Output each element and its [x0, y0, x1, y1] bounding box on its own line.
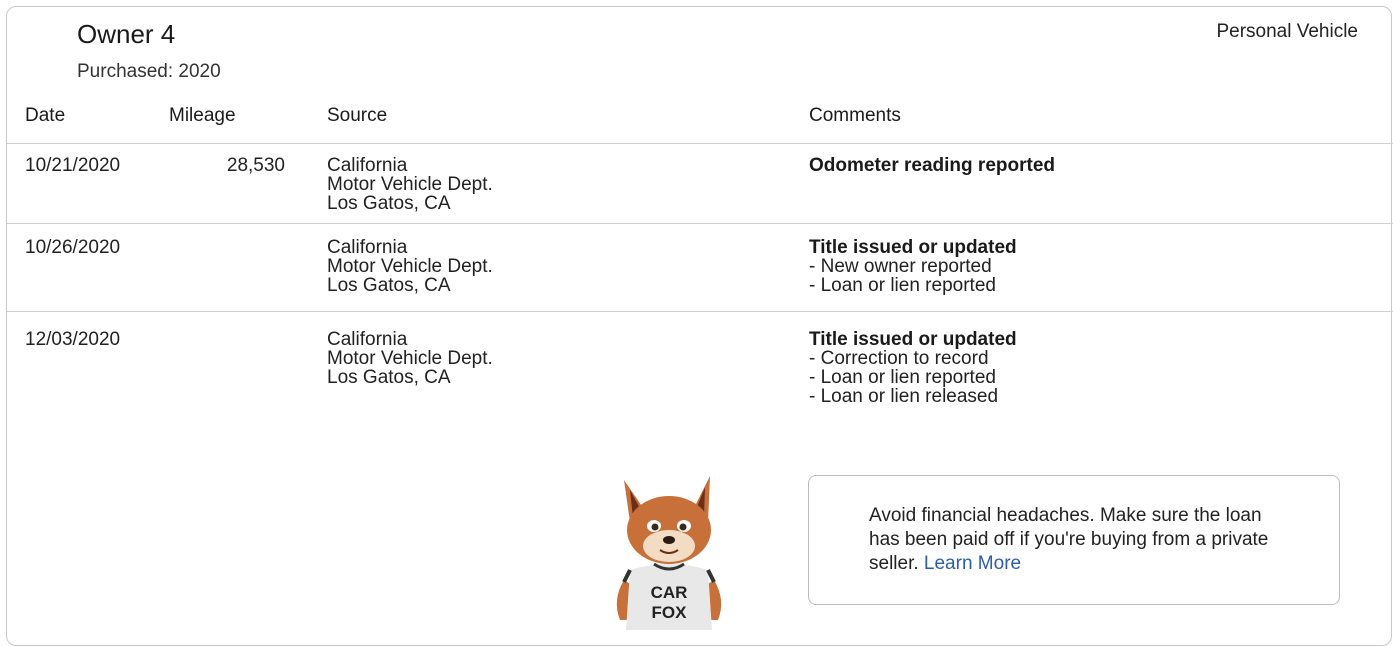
- comment-title: Odometer reading reported: [809, 155, 1055, 176]
- learn-more-link[interactable]: Learn More: [924, 553, 1021, 574]
- comment-item: - Loan or lien reported: [809, 367, 996, 388]
- source-location: Los Gatos, CA: [327, 367, 451, 388]
- comment-item: - New owner reported: [809, 256, 992, 277]
- header-date: Date: [25, 105, 66, 126]
- carfox-mascot-icon: CAR FOX: [616, 476, 722, 630]
- owner-title: Owner 4: [77, 19, 176, 49]
- source-state: California: [327, 237, 408, 258]
- shirt-text-fox: FOX: [652, 603, 688, 622]
- source-location: Los Gatos, CA: [327, 275, 451, 296]
- source-location: Los Gatos, CA: [327, 193, 451, 214]
- vehicle-type: Personal Vehicle: [1216, 21, 1358, 42]
- header-mileage: Mileage: [169, 105, 236, 126]
- row-source: California Motor Vehicle Dept. Los Gatos…: [327, 330, 493, 387]
- row-date: 10/21/2020: [25, 155, 121, 176]
- row-source: California Motor Vehicle Dept. Los Gatos…: [327, 156, 493, 213]
- row-source: California Motor Vehicle Dept. Los Gatos…: [327, 238, 493, 295]
- comment-item: - Loan or lien reported: [809, 275, 996, 296]
- header-source: Source: [327, 105, 388, 126]
- comment-item: - Loan or lien released: [809, 386, 999, 407]
- comment-title: Title issued or updated: [809, 329, 1017, 350]
- header-comments: Comments: [809, 105, 901, 126]
- row-comments: Title issued or updated - Correction to …: [809, 330, 1017, 406]
- row-comments: Title issued or updated - New owner repo…: [809, 238, 1017, 295]
- row-mileage: 28,530: [226, 155, 285, 176]
- source-agency: Motor Vehicle Dept.: [327, 256, 493, 277]
- table-row: 10/26/2020 California Motor Vehicle Dept…: [7, 224, 1393, 312]
- table-row: 10/21/2020 28,530 California Motor Vehic…: [7, 144, 1393, 224]
- shirt-text-car: CAR: [651, 583, 688, 602]
- row-date: 10/26/2020: [25, 237, 121, 258]
- table-row: 12/03/2020 California Motor Vehicle Dept…: [7, 312, 1393, 442]
- lien-tip-callout: Avoid financial headaches. Make sure the…: [808, 475, 1340, 605]
- source-agency: Motor Vehicle Dept.: [327, 348, 493, 369]
- comment-title: Title issued or updated: [809, 237, 1017, 258]
- comment-item: - Correction to record: [809, 348, 989, 369]
- callout-text: Avoid financial headaches. Make sure the…: [869, 504, 1289, 576]
- row-comments: Odometer reading reported: [809, 156, 1055, 175]
- purchased-year: Purchased: 2020: [77, 61, 221, 82]
- source-state: California: [327, 329, 408, 350]
- source-state: California: [327, 155, 408, 176]
- source-agency: Motor Vehicle Dept.: [327, 174, 493, 195]
- row-date: 12/03/2020: [25, 329, 121, 350]
